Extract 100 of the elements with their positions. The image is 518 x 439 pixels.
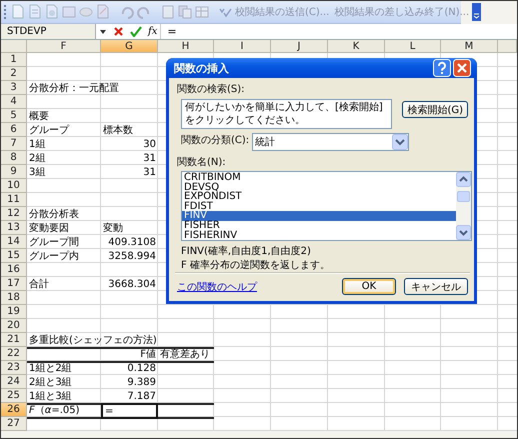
list-item[interactable]: FISHERINV — [182, 230, 456, 240]
cell-text: 有意差あり — [160, 348, 210, 361]
row-header[interactable]: 13 — [1, 221, 27, 235]
column-header[interactable]: F — [27, 40, 101, 53]
cell-text: 変動要因 — [29, 222, 69, 235]
cell-text: 変動 — [103, 222, 123, 235]
cell-text: グループ間 — [29, 236, 79, 249]
cell-text: 概要 — [29, 110, 49, 123]
list-item[interactable]: FINV — [182, 211, 456, 221]
cell-text: 3組 — [29, 166, 46, 179]
row-header[interactable]: 9 — [1, 165, 27, 179]
window-icon[interactable] — [61, 4, 77, 20]
row-header[interactable]: 12 — [1, 207, 27, 221]
row-header[interactable]: 20 — [1, 319, 27, 333]
help-link[interactable]: この関数のヘルプ — [177, 280, 257, 294]
row-header[interactable]: 10 — [1, 179, 27, 193]
help-icon[interactable] — [433, 59, 451, 77]
page-icon[interactable] — [160, 4, 176, 20]
corner-button[interactable] — [1, 40, 27, 53]
row-header[interactable]: 17 — [1, 277, 27, 291]
column-header[interactable]: H — [158, 40, 214, 53]
cell-text: 409.3108 — [108, 236, 156, 248]
cell-text: 1組と3組 — [29, 390, 72, 403]
cell-text: 7.187 — [127, 390, 156, 402]
cell-text: 31 — [143, 166, 156, 178]
document-icon[interactable] — [27, 4, 43, 20]
cell-text: F値 — [140, 348, 156, 361]
row-header[interactable]: 25 — [1, 389, 27, 403]
function-signature: FINV(確率,自由度1,自由度2) — [181, 244, 312, 258]
row-header[interactable]: 24 — [1, 375, 27, 389]
row-header[interactable]: 27 — [1, 417, 27, 431]
table-icon[interactable] — [194, 4, 210, 20]
row-header[interactable]: 6 — [1, 123, 27, 137]
column-header[interactable]: K — [328, 40, 385, 53]
scroll-down-icon[interactable] — [456, 225, 471, 240]
cell-text: 標本数 — [103, 124, 133, 137]
function-list-label: 関数名(N): — [177, 156, 226, 169]
list-item[interactable]: FDIST — [182, 202, 456, 212]
column-header[interactable]: I — [214, 40, 271, 53]
row-header[interactable]: 4 — [1, 95, 27, 109]
document-icon[interactable] — [95, 4, 111, 20]
redo-icon[interactable] — [136, 4, 152, 20]
row-header[interactable]: 7 — [1, 137, 27, 151]
row-header[interactable]: 14 — [1, 235, 27, 249]
insert-function-button[interactable]: fx — [145, 26, 160, 37]
cell-text: 多重比較(シェッフェの方法) — [29, 334, 157, 347]
document-icon[interactable] — [44, 4, 60, 20]
column-header[interactable]: M — [441, 40, 498, 53]
cell-text: 2組と3組 — [29, 376, 72, 389]
dialog-button[interactable]: キャンセル — [404, 278, 468, 295]
cell-text: 1組と2組 — [29, 362, 72, 375]
function-description: F 確率分布の逆関数を返します。 — [181, 258, 331, 272]
row-header[interactable]: 5 — [1, 109, 27, 123]
row-header[interactable]: 21 — [1, 333, 27, 347]
search-button[interactable]: 検索開始(G) — [402, 101, 468, 118]
active-cell[interactable]: = — [101, 403, 158, 419]
row-header[interactable]: 1 — [1, 53, 27, 67]
pages-icon[interactable] — [177, 4, 193, 20]
dialog-button[interactable]: OK — [342, 278, 396, 295]
category-dropdown[interactable]: 統計 — [252, 133, 410, 151]
overflow-icon[interactable] — [472, 3, 482, 21]
row-header[interactable]: 22 — [1, 347, 27, 361]
cell-text: 1組 — [29, 138, 46, 151]
check-icon[interactable] — [130, 26, 142, 37]
column-header[interactable]: L — [385, 40, 441, 53]
scroll-thumb[interactable] — [457, 191, 470, 202]
list-item[interactable]: CRITBINOM — [182, 173, 456, 183]
name-box[interactable]: STDEVP — [1, 24, 96, 39]
row-header[interactable]: 8 — [1, 151, 27, 165]
cell-text: 9.389 — [127, 376, 156, 388]
list-item[interactable]: EXPONDIST — [182, 192, 456, 202]
row-header[interactable]: 3 — [1, 81, 27, 95]
formula-field[interactable]: = — [160, 24, 517, 39]
row-header[interactable]: 19 — [1, 305, 27, 319]
column-header[interactable]: J — [271, 40, 328, 53]
row-header[interactable]: 15 — [1, 249, 27, 263]
document-icon[interactable] — [10, 4, 26, 20]
column-header[interactable] — [498, 40, 517, 53]
undo-icon[interactable] — [119, 4, 135, 20]
row-header[interactable]: 26 — [1, 403, 27, 417]
category-label: 関数の分類(C): — [181, 134, 250, 147]
row-header[interactable]: 23 — [1, 361, 27, 375]
function-list[interactable]: CRITBINOM DEVSQ EXPONDIST FDIST FINV FISHER FISHERINV — [181, 171, 472, 241]
row-header[interactable]: 18 — [1, 291, 27, 305]
list-item[interactable]: FISHER — [182, 220, 456, 231]
cancel-icon[interactable] — [113, 26, 124, 37]
cell-text: = — [105, 406, 114, 416]
row-header[interactable]: 2 — [1, 67, 27, 81]
cell-text: 合計 — [29, 278, 49, 291]
chevron-down-icon[interactable] — [392, 134, 408, 150]
dropdown-icon[interactable] — [99, 28, 107, 36]
cell-text: 分散分析：一元配置 — [29, 82, 119, 95]
cell-text: F（α=.05) — [29, 404, 80, 417]
scroll-up-icon[interactable] — [456, 172, 471, 187]
column-header[interactable]: G — [101, 40, 158, 53]
row-header[interactable]: 11 — [1, 193, 27, 207]
search-field[interactable]: 何がしたいかを簡単に入力して、[検索開始] をクリックしてください。 — [181, 99, 392, 129]
row-header[interactable]: 16 — [1, 263, 27, 277]
list-item[interactable]: DEVSQ — [182, 182, 456, 192]
close-icon[interactable] — [453, 59, 471, 77]
